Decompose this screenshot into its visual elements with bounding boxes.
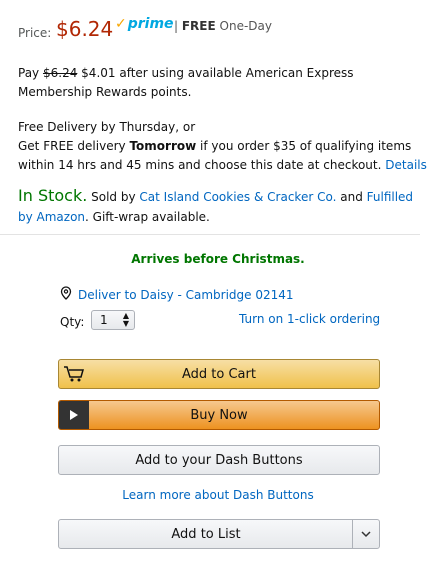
qty-label: Qty: [60, 315, 85, 329]
learn-dash-link[interactable]: Learn more about Dash Buttons [122, 488, 313, 502]
deliver-to[interactable]: Deliver to Daisy - Cambridge 02141 [60, 286, 294, 303]
add-to-dash-button[interactable]: Add to your Dash Buttons [58, 445, 380, 475]
shipping-info: | FREE One-Day [174, 19, 272, 33]
learn-dash-link-row: Learn more about Dash Buttons [0, 488, 436, 502]
add-to-cart-label: Add to Cart [182, 366, 256, 382]
location-pin-icon [60, 286, 72, 303]
stock-info: In Stock. Sold by Cat Island Cookies & C… [18, 186, 428, 227]
delivery-line1: Free Delivery by Thursday, or [18, 120, 196, 134]
rewards-old-price: $6.24 [42, 66, 78, 80]
delivery-line2: Get FREE delivery Tomorrow if you order … [18, 137, 428, 175]
price-label: Price: [18, 26, 52, 40]
buy-now-label: Buy Now [190, 407, 248, 423]
seller-link[interactable]: Cat Island Cookies & Cracker Co. [139, 190, 336, 204]
price-value: $6.24 [56, 17, 114, 41]
delivery-text: Free Delivery by Thursday, or Get FREE d… [18, 118, 428, 175]
add-to-list-button[interactable]: Add to List [58, 519, 380, 549]
delivery-tomorrow: Tomorrow [129, 139, 197, 153]
prime-check-icon: ✓ [115, 16, 127, 32]
and-label: and [340, 190, 363, 204]
one-click-link[interactable]: Turn on 1-click ordering [239, 312, 380, 326]
delivery-get-free: Get FREE delivery [18, 139, 126, 153]
add-to-dash-label: Add to your Dash Buttons [135, 452, 303, 468]
sold-by-label: Sold by [91, 190, 136, 204]
rewards-pay: Pay [18, 66, 40, 80]
prime-label: prime [127, 16, 174, 32]
divider [0, 234, 420, 235]
qty-value: 1 [100, 313, 108, 327]
buy-now-button[interactable]: Buy Now [58, 400, 380, 430]
qty-select[interactable]: 1 ▲ ▼ [91, 310, 135, 330]
prime-badge: ✓prime [115, 16, 174, 32]
add-to-cart-button[interactable]: Add to Cart [58, 359, 380, 389]
cart-icon [59, 360, 89, 388]
add-to-list-label: Add to List [171, 526, 241, 542]
in-stock-status: In Stock. [18, 186, 88, 205]
gift-wrap-text: . Gift-wrap available. [85, 210, 210, 224]
play-icon [59, 401, 89, 429]
shipping-free: FREE [181, 19, 216, 33]
rewards-text: Pay $6.24 $4.01 after using available Am… [18, 64, 428, 102]
shipping-speed: One-Day [219, 19, 272, 33]
list-dropdown-toggle[interactable] [352, 520, 379, 548]
arrives-message: Arrives before Christmas. [131, 252, 305, 266]
chevron-down-icon [361, 527, 371, 542]
details-link[interactable]: Details [385, 158, 427, 172]
select-arrows-icon: ▲ ▼ [122, 311, 129, 328]
deliver-to-link[interactable]: Deliver to Daisy - Cambridge 02141 [78, 288, 294, 302]
